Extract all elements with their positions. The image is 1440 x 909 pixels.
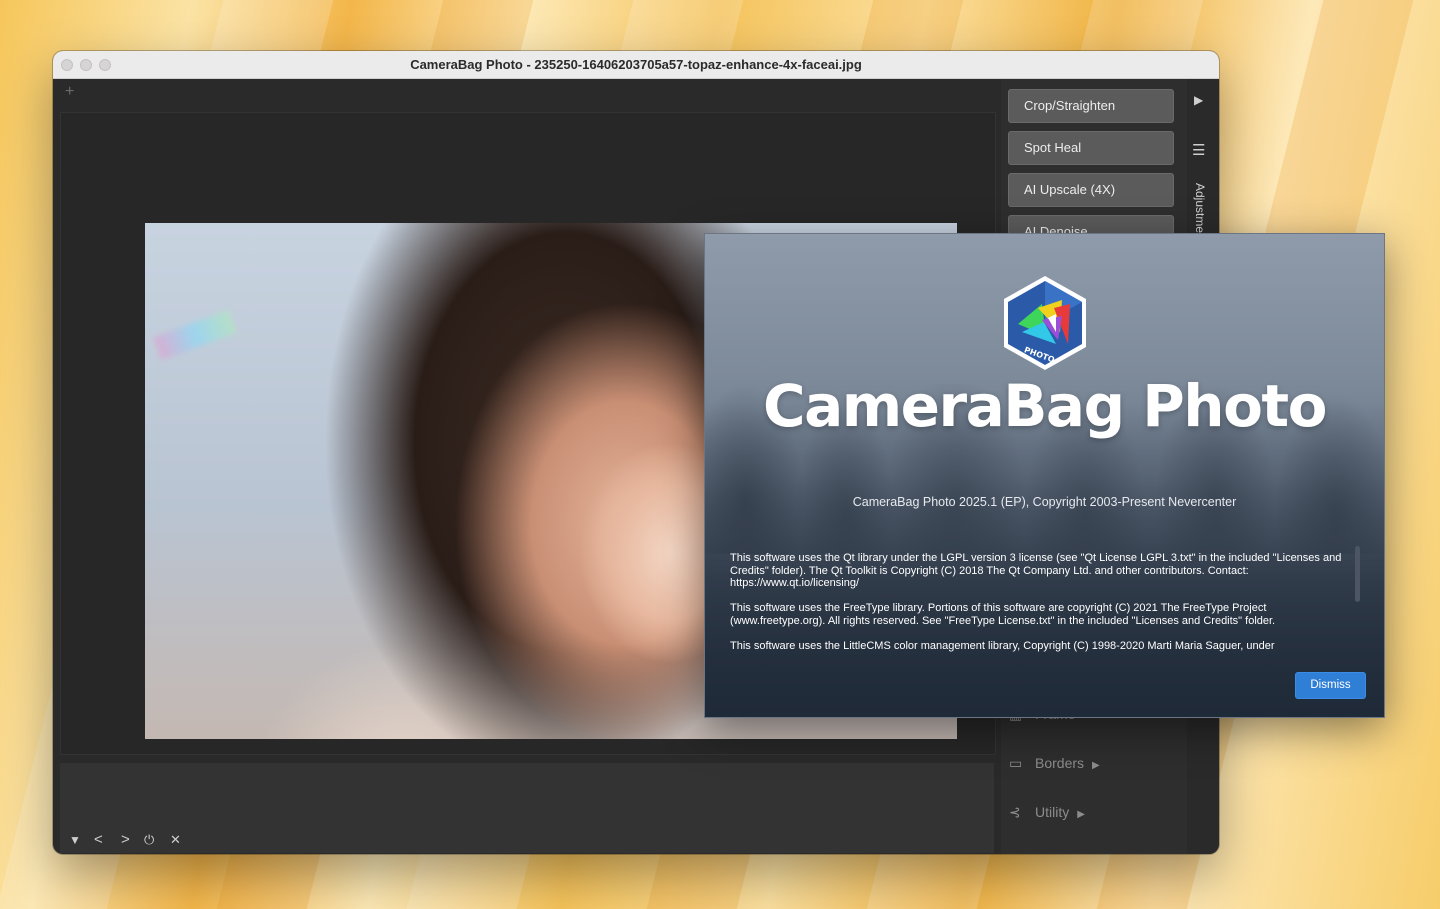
filmstrip-panel[interactable]	[60, 763, 994, 853]
license-qt: This software uses the Qt library under …	[730, 552, 1342, 590]
add-tab-button[interactable]: +	[65, 83, 74, 101]
window-title: CameraBag Photo - 235250-16406203705a57-…	[410, 57, 862, 72]
brand-title: CameraBag Photo	[763, 372, 1328, 440]
expand-arrow-icon: ▶	[1077, 809, 1085, 820]
crop-straighten-button[interactable]: Crop/Straighten	[1008, 89, 1174, 123]
camerabag-logo-icon: PHOTO	[1004, 276, 1086, 370]
menu-icon[interactable]: ☰	[1192, 141, 1205, 159]
license-lcms: This software uses the LittleCMS color m…	[730, 640, 1275, 652]
utility-label: Utility	[1035, 804, 1070, 820]
license-freetype: This software uses the FreeType library.…	[730, 602, 1276, 627]
collapse-triangle-icon[interactable]: ▼	[69, 833, 81, 847]
close-icon[interactable]: ✕	[170, 832, 181, 848]
dismiss-button[interactable]: Dismiss	[1295, 672, 1366, 699]
expand-panel-icon[interactable]: ▶	[1194, 93, 1203, 107]
about-dialog: PHOTO CameraBag Photo CameraBag Photo 20…	[704, 233, 1385, 718]
light-flare	[153, 310, 237, 360]
category-utility[interactable]: ⊰ Utility ▶	[1009, 804, 1085, 821]
version-text: CameraBag Photo 2025.1 (EP), Copyright 2…	[852, 495, 1237, 509]
expand-arrow-icon: ▶	[1092, 760, 1100, 771]
category-borders[interactable]: ▭ Borders ▶	[1009, 755, 1100, 772]
borders-label: Borders	[1035, 755, 1085, 771]
spot-heal-button[interactable]: Spot Heal	[1008, 131, 1174, 165]
power-icon[interactable]: ⏻	[144, 832, 154, 848]
scrollbar[interactable]	[1355, 546, 1360, 602]
utility-icon: ⊰	[1009, 804, 1021, 820]
ai-upscale-button[interactable]: AI Upscale (4X)	[1008, 173, 1174, 207]
tab-adjustments[interactable]: Adjustme	[1193, 183, 1207, 233]
title-bar: CameraBag Photo - 235250-16406203705a57-…	[53, 51, 1219, 79]
previous-image-icon[interactable]: <	[94, 831, 103, 848]
border-icon: ▭	[1009, 755, 1023, 771]
next-image-icon[interactable]: >	[121, 831, 130, 848]
